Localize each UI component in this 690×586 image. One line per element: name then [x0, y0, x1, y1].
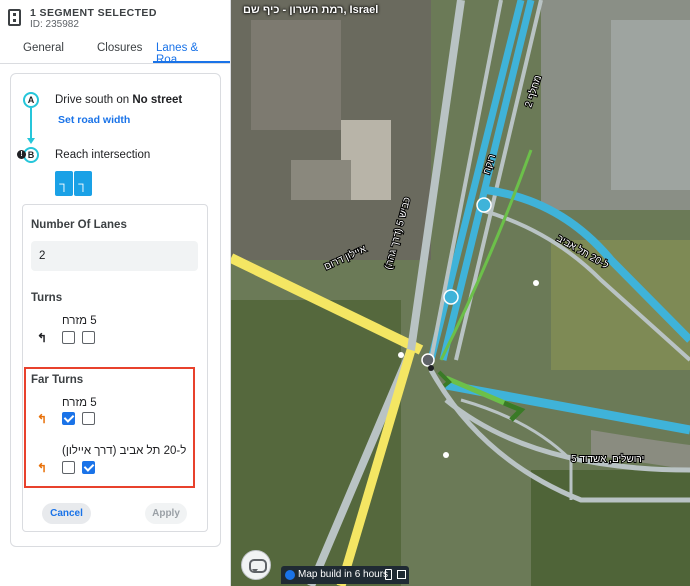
map-canvas: מחלף 2 רוקח ל-20 תל אביב איילון דרום כבי… — [231, 0, 690, 586]
panel-title: 1 SEGMENT SELECTED — [30, 7, 157, 19]
segment-id: ID: 235982 — [30, 19, 79, 30]
turn-lane2-checkbox[interactable] — [82, 331, 95, 344]
number-of-lanes-label: Number Of Lanes — [31, 219, 127, 231]
lane-indicator-1[interactable]: ┐ — [55, 171, 73, 196]
map-build-status: Map build in 6 hours — [281, 566, 409, 584]
lane-indicator-2[interactable]: ┐ — [74, 171, 92, 196]
far-turn-name: ל-20 תל אביב (דרך איילון) — [62, 445, 187, 457]
turns-label: Turns — [31, 292, 63, 304]
set-road-width-link[interactable]: Set road width — [58, 114, 130, 126]
far-turn2-lane1-checkbox[interactable] — [62, 461, 75, 474]
map-road-label: 5 ירושלים, אשדוד — [571, 453, 644, 465]
turn-left-icon: ↰ — [37, 331, 48, 345]
far-turn-left-icon: ↰ — [37, 412, 48, 426]
map-location: רמת השרון - כיף שם, Israel — [243, 4, 379, 16]
route-line — [30, 108, 32, 142]
build-status-text: Map build in 6 hours — [298, 569, 389, 580]
segment-panel: 1 SEGMENT SELECTED ID: 235982 General Cl… — [0, 0, 231, 586]
active-tab-indicator — [153, 61, 230, 63]
drive-street: No street — [132, 94, 183, 106]
tab-general[interactable]: General — [23, 42, 64, 54]
route-arrow-icon — [27, 138, 35, 144]
far-turns-label: Far Turns — [31, 374, 84, 386]
chat-icon[interactable] — [241, 550, 271, 580]
map-view[interactable]: מחלף 2 רוקח ל-20 תל אביב איילון דרום כבי… — [231, 0, 690, 586]
segment-icon — [8, 9, 21, 26]
far-turn-left-icon: ↰ — [37, 461, 48, 475]
panel-header: 1 SEGMENT SELECTED ID: 235982 — [0, 0, 230, 36]
far-turn1-lane1-checkbox[interactable] — [62, 412, 75, 425]
drive-prefix: Drive south on — [55, 94, 133, 106]
far-turn1-lane2-checkbox[interactable] — [82, 412, 95, 425]
number-of-lanes-input[interactable]: 2 — [31, 241, 198, 271]
apply-button[interactable]: Apply — [145, 503, 187, 524]
warning-icon: ! — [17, 150, 26, 159]
far-turn-name: 5 מזרח — [62, 397, 97, 409]
cancel-button[interactable]: Cancel — [42, 503, 91, 524]
tab-closures[interactable]: Closures — [97, 42, 142, 54]
external-link-icon[interactable] — [397, 570, 406, 579]
turn-lane1-checkbox[interactable] — [62, 331, 75, 344]
waypoint-a: A — [23, 92, 39, 108]
drive-instruction: Drive south on No street — [55, 94, 182, 106]
build-status-icon — [285, 570, 295, 580]
tab-bar: General Closures Lanes & Roa... — [0, 36, 230, 66]
phone-icon[interactable] — [385, 569, 392, 580]
far-turn2-lane2-checkbox[interactable] — [82, 461, 95, 474]
turn-name: 5 מזרח — [62, 315, 97, 327]
reach-instruction: Reach intersection — [55, 149, 151, 161]
